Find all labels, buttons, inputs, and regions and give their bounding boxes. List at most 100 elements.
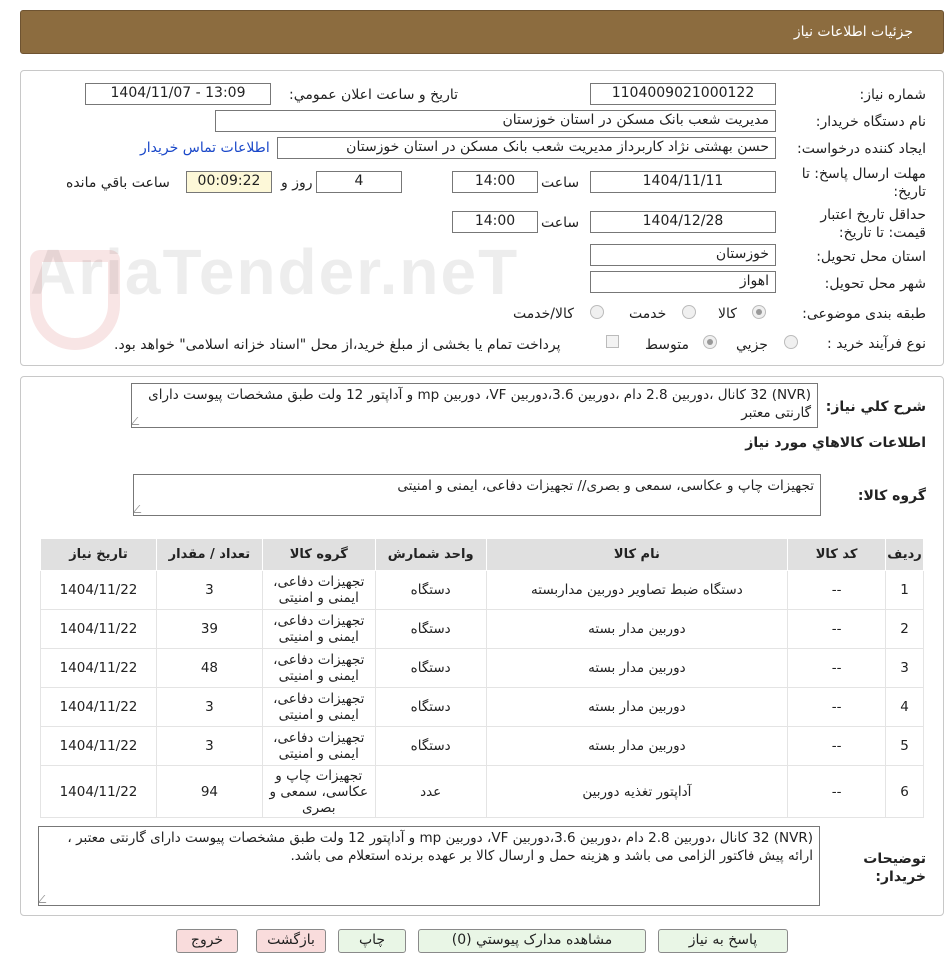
cell-item-name: دوربين مدار بسته xyxy=(485,648,789,688)
need-number-field: 1104009021000122 xyxy=(590,83,776,105)
treasury-payment-checkbox[interactable] xyxy=(606,335,619,348)
items-table: رديف کد کالا نام کالا واحد شمارش گروه کا… xyxy=(40,538,924,818)
process-radio-medium[interactable] xyxy=(703,335,717,349)
reply-button[interactable]: پاسخ به نياز xyxy=(658,929,788,953)
cell-row-number: 6 xyxy=(885,765,924,818)
cell-item-group: تجهيزات دفاعی، ايمنی و امنيتی xyxy=(261,687,376,727)
header-quantity: تعداد / مقدار xyxy=(155,538,263,571)
summary-label: شرح کلي نياز: xyxy=(825,399,926,415)
items-section-title: اطلاعات کالاهاي مورد نياز xyxy=(745,435,926,451)
header-need-date: تاريخ نياز xyxy=(40,538,157,571)
validity-time-field: 14:00 xyxy=(452,211,538,233)
resize-handle-icon[interactable] xyxy=(39,895,53,903)
requester-label: ايجاد کننده درخواست: xyxy=(797,141,926,157)
category-radio-service[interactable] xyxy=(682,305,696,319)
cell-item-group: تجهيزات دفاعی، ايمنی و امنيتی xyxy=(261,609,376,649)
city-label: شهر محل تحويل: xyxy=(824,276,926,292)
cell-item-group: تجهيزات دفاعی، ايمنی و امنيتی xyxy=(261,726,376,766)
resize-handle-icon[interactable] xyxy=(132,417,146,425)
cell-row-number: 5 xyxy=(885,726,924,766)
cell-row-number: 1 xyxy=(885,570,924,610)
process-option-medium: متوسط xyxy=(645,337,689,353)
group-label: گروه کالا: xyxy=(857,488,926,504)
buyer-notes-textarea: (NVR) 32 کانال ،دوربين 2.8 دام ،دوربين 3… xyxy=(38,826,820,906)
group-text: تجهيزات چاپ و عکاسی، سمعی و بصری// تجهيز… xyxy=(397,478,814,494)
buyer-contact-link[interactable]: اطلاعات تماس خريدار xyxy=(140,140,270,156)
province-field: خوزستان xyxy=(590,244,776,266)
summary-textarea: (NVR) 32 کانال ،دوربين 2.8 دام ،دوربين 3… xyxy=(131,383,818,428)
table-row: 3 -- دوربين مدار بسته دستگاه تجهيزات دفا… xyxy=(40,648,924,688)
validity-date-field: 1404/12/28 xyxy=(590,211,776,233)
cell-quantity: 48 xyxy=(155,648,263,688)
process-label: نوع فرآيند خريد : xyxy=(827,336,926,352)
cell-need-date: 1404/11/22 xyxy=(40,609,157,649)
announce-field: 1404/11/07 - 13:09 xyxy=(85,83,271,105)
cell-need-date: 1404/11/22 xyxy=(40,570,157,610)
cell-item-group: تجهيزات دفاعی، ايمنی و امنيتی xyxy=(261,570,376,610)
category-option-goods: کالا xyxy=(718,306,737,322)
remaining-time-label: ساعت باقي مانده xyxy=(66,175,170,191)
announce-label: تاريخ و ساعت اعلان عمومي: xyxy=(289,87,458,103)
cell-quantity: 3 xyxy=(155,570,263,610)
cell-unit: دستگاه xyxy=(374,570,487,610)
days-remaining-field: 4 xyxy=(316,171,402,193)
summary-text: (NVR) 32 کانال ،دوربين 2.8 دام ،دوربين 3… xyxy=(148,387,811,421)
cell-item-name: دوربين مدار بسته xyxy=(485,609,789,649)
category-label: طبقه بندی موضوعی: xyxy=(802,306,926,322)
category-radio-goods[interactable] xyxy=(752,305,766,319)
cell-need-date: 1404/11/22 xyxy=(40,687,157,727)
watermark: AriaTender.neT xyxy=(30,236,520,308)
cell-unit: دستگاه xyxy=(374,648,487,688)
cell-item-name: دوربين مدار بسته xyxy=(485,687,789,727)
cell-unit: دستگاه xyxy=(374,726,487,766)
province-label: استان محل تحويل: xyxy=(816,249,926,265)
view-attachments-button[interactable]: مشاهده مدارک پيوستي (0) xyxy=(418,929,646,953)
cell-quantity: 94 xyxy=(155,765,263,818)
resize-handle-icon[interactable] xyxy=(134,505,148,513)
cell-item-code: -- xyxy=(787,726,887,766)
cell-item-code: -- xyxy=(787,687,887,727)
cell-item-group: تجهيزات دفاعی، ايمنی و امنيتی xyxy=(261,648,376,688)
cell-item-code: -- xyxy=(787,765,887,818)
cell-item-group: تجهيزات چاپ و عکاسی، سمعی و بصری xyxy=(261,765,376,818)
cell-item-code: -- xyxy=(787,648,887,688)
cell-item-name: دستگاه ضبط تصاوير دوربين مداربسته xyxy=(485,570,789,610)
buyer-org-label: نام دستگاه خريدار: xyxy=(815,114,926,130)
cell-unit: دستگاه xyxy=(374,687,487,727)
header-item-group: گروه کالا xyxy=(261,538,376,571)
validity-time-label: ساعت xyxy=(541,215,580,231)
requester-field: حسن بهشتی نژاد کاربرداز مديريت شعب بانک … xyxy=(277,137,776,159)
cell-unit: عدد xyxy=(374,765,487,818)
cell-row-number: 4 xyxy=(885,687,924,727)
table-row: 1 -- دستگاه ضبط تصاوير دوربين مداربسته د… xyxy=(40,570,924,610)
cell-quantity: 3 xyxy=(155,726,263,766)
category-radio-goods-service[interactable] xyxy=(590,305,604,319)
need-number-label: شماره نياز: xyxy=(859,87,927,103)
cell-item-code: -- xyxy=(787,609,887,649)
cell-row-number: 2 xyxy=(885,609,924,649)
buyer-notes-text: (NVR) 32 کانال ،دوربين 2.8 دام ،دوربين 3… xyxy=(67,830,813,864)
table-row: 6 -- آداپتور تغذيه دوربين عدد تجهيزات چا… xyxy=(40,765,924,818)
cell-item-name: دوربين مدار بسته xyxy=(485,726,789,766)
back-button[interactable]: بازگشت xyxy=(256,929,326,953)
deadline-date-field: 1404/11/11 xyxy=(590,171,776,193)
cell-item-code: -- xyxy=(787,570,887,610)
print-button[interactable]: چاپ xyxy=(338,929,406,953)
buyer-org-field: مديريت شعب بانک مسکن در استان خوزستان xyxy=(215,110,776,132)
page-title: جزئيات اطلاعات نياز xyxy=(793,24,913,40)
cell-need-date: 1404/11/22 xyxy=(40,765,157,818)
validity-label: حداقل تاريخ اعتبار قيمت: تا تاريخ: xyxy=(820,207,926,241)
header-unit: واحد شمارش xyxy=(374,538,487,571)
buyer-notes-label: توضيحات خريدار: xyxy=(863,851,926,885)
header-item-code: کد کالا xyxy=(787,538,887,571)
deadline-time-field: 14:00 xyxy=(452,171,538,193)
treasury-payment-note: پرداخت تمام يا بخشی از مبلغ خريد،از محل … xyxy=(114,337,561,353)
days-label: روز و xyxy=(281,175,313,191)
process-radio-minor[interactable] xyxy=(784,335,798,349)
cell-row-number: 3 xyxy=(885,648,924,688)
city-field: اهواز xyxy=(590,271,776,293)
table-header-row: رديف کد کالا نام کالا واحد شمارش گروه کا… xyxy=(40,538,924,571)
category-option-goods-service: کالا/خدمت xyxy=(513,306,574,322)
exit-button[interactable]: خروج xyxy=(176,929,238,953)
deadline-label: مهلت ارسال پاسخ: تا تاريخ: xyxy=(801,166,926,200)
